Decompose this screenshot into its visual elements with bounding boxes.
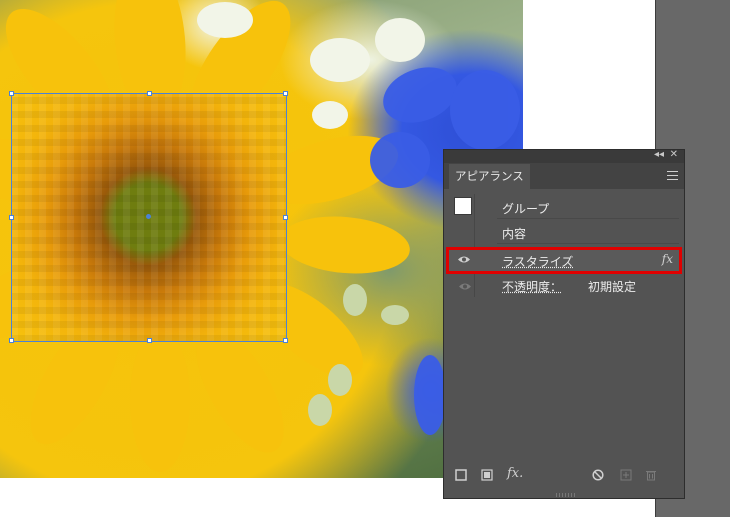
handle-top-center[interactable] (147, 91, 152, 96)
appearance-row-opacity[interactable]: 不透明度： 初期設定 (449, 276, 679, 298)
add-new-fill-icon[interactable] (481, 469, 493, 481)
opacity-value: 初期設定 (588, 280, 637, 294)
eye-icon[interactable] (458, 282, 472, 291)
row-divider (497, 243, 679, 244)
selection-center-point (146, 214, 151, 219)
handle-top-right[interactable] (283, 91, 288, 96)
trash-icon[interactable] (645, 469, 657, 481)
handle-bottom-right[interactable] (283, 338, 288, 343)
handle-middle-left[interactable] (9, 215, 14, 220)
add-effect-icon[interactable]: fx. (507, 466, 523, 481)
appearance-row-content[interactable]: 内容 (449, 222, 679, 244)
handle-bottom-center[interactable] (147, 338, 152, 343)
row-divider (497, 218, 679, 219)
rasterize-effect-link[interactable]: ラスタライズ (502, 253, 573, 270)
content-label: 内容 (502, 227, 527, 241)
tab-appearance[interactable]: アピアランス (449, 164, 530, 189)
handle-top-left[interactable] (9, 91, 14, 96)
panel-resize-grip[interactable] (556, 493, 576, 497)
fx-icon: fx (661, 252, 673, 266)
appearance-row-group[interactable]: グループ (449, 197, 679, 219)
opacity-label[interactable]: 不透明度： (502, 278, 562, 295)
panel-tab-bar: アピアランス (444, 163, 684, 189)
eye-icon[interactable] (457, 255, 471, 264)
appearance-row-rasterize[interactable]: ラスタライズ fx (446, 247, 682, 274)
double-chevron-left-icon[interactable]: ◂◂ (654, 149, 664, 160)
handle-bottom-left[interactable] (9, 338, 14, 343)
handle-middle-right[interactable] (283, 215, 288, 220)
hamburger-menu-icon[interactable] (667, 171, 678, 180)
panel-titlebar[interactable]: ◂◂ ✕ (444, 149, 684, 163)
duplicate-item-icon[interactable] (620, 469, 632, 481)
close-icon[interactable]: ✕ (670, 149, 678, 160)
add-new-stroke-icon[interactable] (455, 469, 467, 481)
group-thumbnail (454, 197, 472, 215)
group-label: グループ (502, 202, 550, 216)
clear-appearance-icon[interactable] (592, 469, 604, 481)
panel-bottom-toolbar: fx. (444, 463, 684, 489)
appearance-panel: ◂◂ ✕ アピアランス グループ 内容 ラスタライズ fx 不透明度： 初期設定 (443, 149, 685, 499)
